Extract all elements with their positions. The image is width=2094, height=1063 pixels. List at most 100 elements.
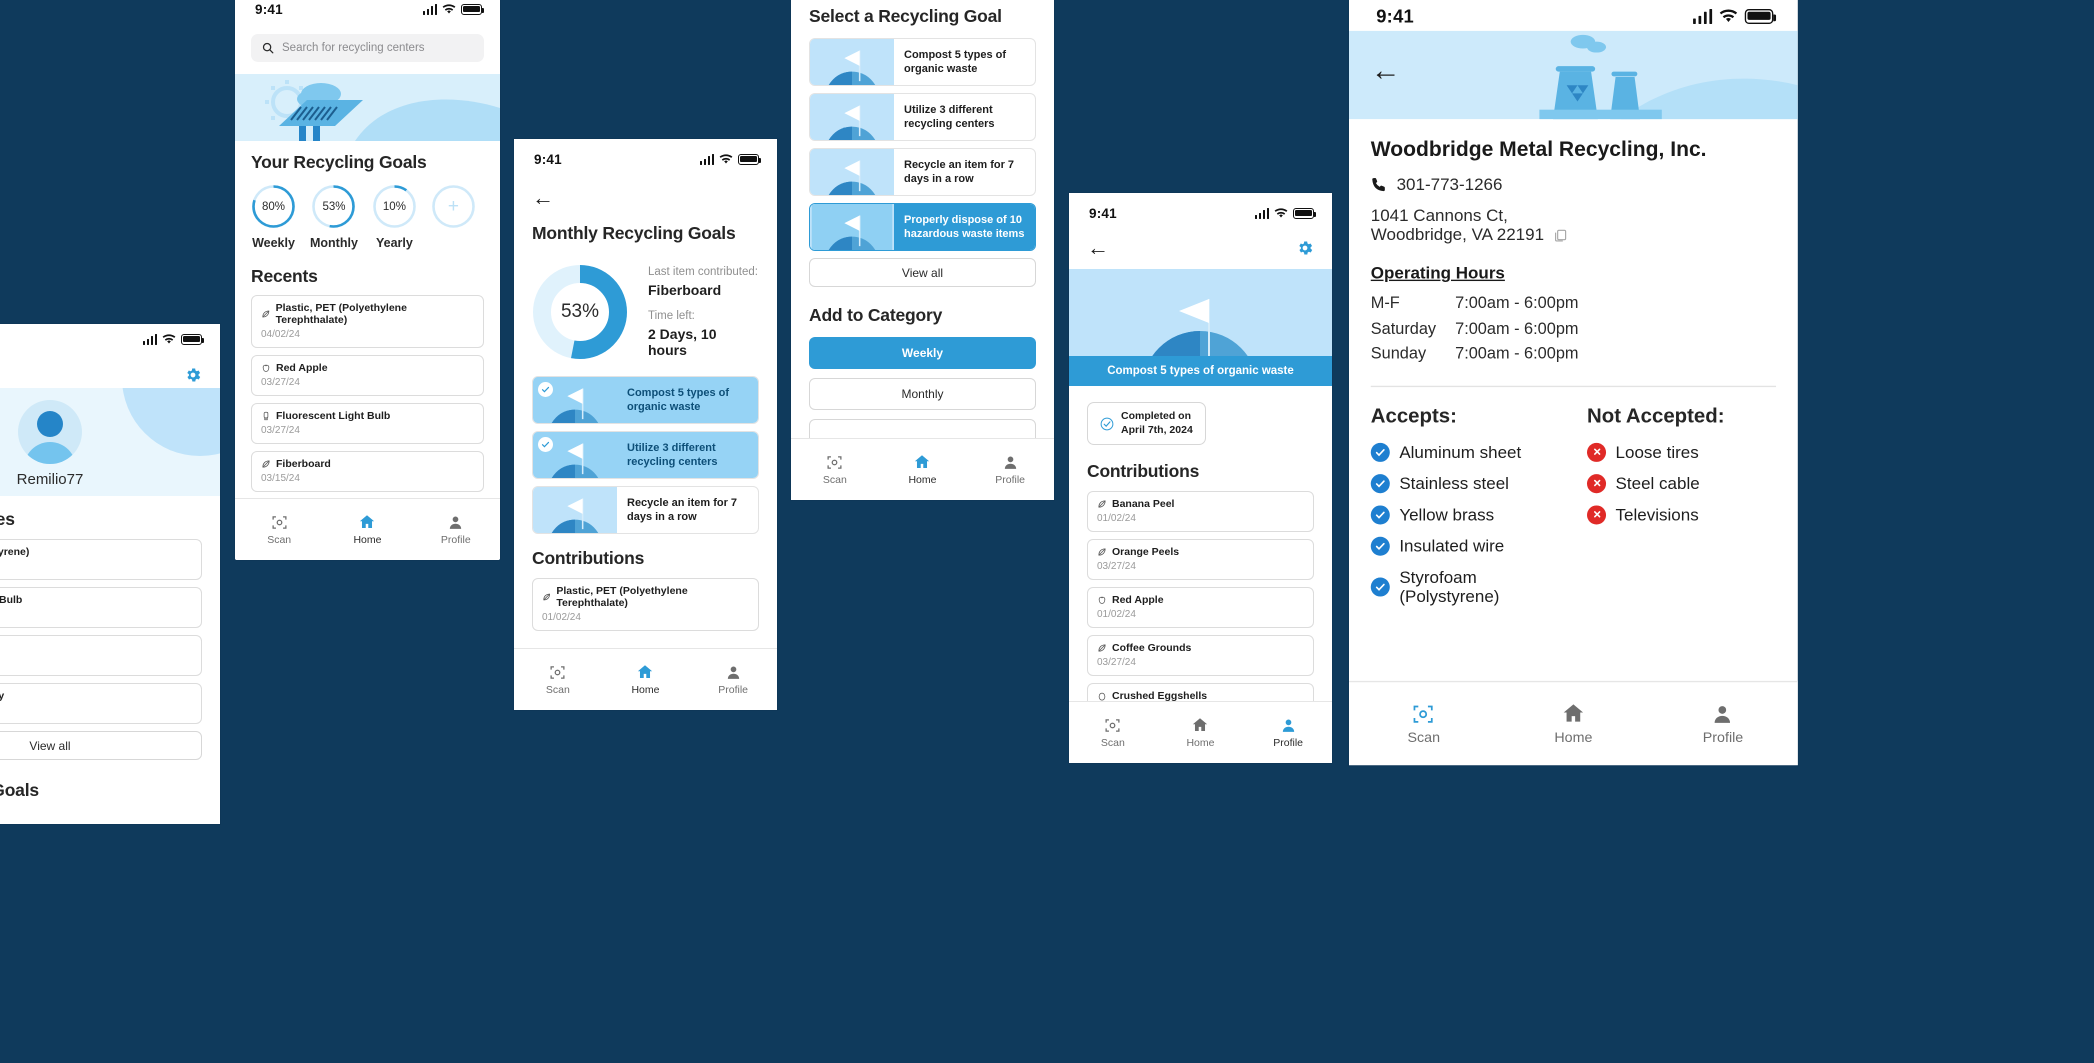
page-title: Select a Recycling Goal bbox=[809, 6, 1002, 26]
profile-icon bbox=[1715, 705, 1731, 723]
list-item[interactable]: Fluorescent Light Bulb 03/27/24 bbox=[0, 587, 202, 628]
back-button[interactable]: ← bbox=[1087, 237, 1109, 259]
item-name: Fluorescent Light Bulb bbox=[276, 410, 391, 422]
tab-profile[interactable]: Profile bbox=[1649, 702, 1797, 746]
list-item[interactable]: Styrofoam (Polystyrene) 04/02/24 bbox=[0, 539, 202, 580]
list-item[interactable]: Fiberboard 03/15/24 bbox=[251, 451, 484, 492]
tab-scan[interactable]: Scan bbox=[791, 454, 878, 486]
status-icons bbox=[1254, 207, 1317, 219]
list-item[interactable]: Orange Peels 03/27/24 bbox=[1087, 539, 1314, 581]
goal-list: Compost 5 types of organic waste Utilize… bbox=[809, 38, 1036, 251]
status-bar: 9:41 bbox=[1069, 193, 1332, 223]
tab-scan[interactable]: Scan bbox=[1069, 717, 1156, 749]
home-icon bbox=[1193, 718, 1208, 731]
signal-icon bbox=[142, 333, 157, 345]
goal-card[interactable]: Compost 5 types of organic waste bbox=[532, 376, 759, 424]
goal-card[interactable]: Utilize 3 different recycling centers bbox=[532, 431, 759, 479]
tab-bar: Scan Home Profile bbox=[1069, 701, 1332, 763]
tab-profile[interactable]: Profile bbox=[1245, 717, 1332, 749]
tab-profile[interactable]: Profile bbox=[690, 664, 777, 696]
tab-label: Profile bbox=[1273, 736, 1304, 749]
list-item[interactable]: Fluorescent Light Bulb 03/27/24 bbox=[251, 403, 484, 444]
list-item[interactable]: Lithium-ion Battery 03/27/24 bbox=[0, 683, 202, 724]
profile-username: Remilio77 bbox=[16, 471, 84, 488]
last-item-value: Fiberboard bbox=[648, 282, 722, 298]
wifi-icon bbox=[442, 3, 456, 14]
back-button[interactable]: ← bbox=[532, 187, 759, 209]
tab-home[interactable]: Home bbox=[1157, 716, 1244, 749]
search-input[interactable]: Search for recycling centers bbox=[251, 34, 484, 62]
goal-card[interactable]: Recycle an item for 7 days in a row bbox=[809, 148, 1036, 196]
list-item[interactable]: Plastic, PET (Polyethylene Terephthalate… bbox=[532, 578, 759, 631]
copy-icon[interactable] bbox=[1554, 227, 1569, 242]
list-item[interactable]: Fiberboard 03/02/24 bbox=[0, 635, 202, 676]
item-name: Banana Peel bbox=[1112, 498, 1175, 511]
recents-list: Plastic, PET (Polyethylene Terephthalate… bbox=[251, 295, 484, 528]
tab-profile[interactable]: Profile bbox=[412, 514, 499, 546]
view-all-button[interactable]: View all bbox=[0, 731, 202, 760]
item-date: 01/02/24 bbox=[1097, 513, 1136, 525]
center-phone[interactable]: 301-773-1266 bbox=[1397, 175, 1503, 194]
back-button[interactable]: ← bbox=[1371, 55, 1401, 85]
goal-rings: 80% Weekly 53% Monthly 10% Yearly + bbox=[251, 184, 484, 250]
tab-home[interactable]: Home bbox=[324, 513, 411, 546]
list-item[interactable]: Red Apple 01/02/24 bbox=[1087, 587, 1314, 629]
progress-ring: 10% bbox=[372, 184, 417, 229]
tab-bar: Scan Home Profile bbox=[514, 648, 777, 710]
list-item[interactable]: Banana Peel 01/02/24 bbox=[1087, 491, 1314, 533]
item-date: 03/27/24 bbox=[0, 609, 192, 620]
battery-icon bbox=[461, 3, 485, 15]
hours-time: 7:00am - 6:00pm bbox=[1455, 293, 1579, 313]
status-icons bbox=[699, 153, 762, 165]
ring-monthly[interactable]: 53% Monthly bbox=[310, 184, 358, 250]
list-item[interactable]: Coffee Grounds 03/27/24 bbox=[1087, 635, 1314, 677]
tab-label: Profile bbox=[440, 533, 471, 546]
goal-text: Utilize 3 different recycling centers bbox=[904, 103, 995, 130]
list-item[interactable]: Plastic, PET (Polyethylene Terephthalate… bbox=[251, 295, 484, 348]
tab-home[interactable]: Home bbox=[602, 663, 689, 696]
item-date: 03/02/24 bbox=[0, 657, 192, 668]
monthly-progress-donut: 53% bbox=[532, 264, 628, 360]
goal-card[interactable]: Utilize 3 different recycling centers bbox=[809, 93, 1036, 141]
tab-home[interactable]: Home bbox=[879, 453, 966, 486]
center-hero: ← bbox=[1349, 30, 1798, 120]
your-recycles-title: Your Recycles bbox=[0, 509, 15, 529]
not-accepts-item: Loose tires bbox=[1587, 442, 1776, 462]
item-name: Plastic, PET (Polyethylene Terephthalate… bbox=[556, 585, 688, 609]
completed-line-1: Completed on bbox=[1121, 410, 1191, 422]
tab-scan[interactable]: Scan bbox=[1350, 702, 1498, 745]
tab-label: Profile bbox=[1702, 729, 1744, 746]
item-date: 01/02/24 bbox=[542, 612, 581, 623]
home-icon bbox=[915, 455, 930, 468]
status-bar: 9:41 bbox=[235, 0, 500, 20]
category-monthly-button[interactable]: Monthly bbox=[809, 378, 1036, 410]
tab-home[interactable]: Home bbox=[1499, 701, 1647, 746]
accepts-item: Styrofoam (Polystyrene) bbox=[1370, 567, 1560, 606]
gear-icon[interactable] bbox=[1296, 239, 1314, 257]
list-item[interactable]: Red Apple 03/27/24 bbox=[251, 355, 484, 396]
tab-scan[interactable]: Scan bbox=[514, 664, 601, 696]
tab-profile[interactable]: Profile bbox=[967, 454, 1054, 486]
phone-home: 9:41 Search for recycling centers Your R… bbox=[235, 0, 500, 560]
goal-card[interactable]: Compost 5 types of organic waste bbox=[809, 38, 1036, 86]
view-all-button[interactable]: View all bbox=[809, 258, 1036, 287]
avatar bbox=[18, 400, 82, 464]
accepts-label: Styrofoam (Polystyrene) bbox=[1399, 567, 1500, 606]
gear-icon[interactable] bbox=[184, 366, 202, 384]
search-icon bbox=[262, 42, 274, 54]
ring-yearly[interactable]: 10% Yearly bbox=[372, 184, 417, 250]
tab-scan[interactable]: Scan bbox=[235, 514, 322, 546]
item-date: 03/27/24 bbox=[261, 425, 300, 436]
goal-card-selected[interactable]: Properly dispose of 10 hazardous waste i… bbox=[809, 203, 1036, 251]
item-date: 04/02/24 bbox=[261, 329, 300, 340]
category-weekly-button[interactable]: Weekly bbox=[809, 337, 1036, 369]
tab-label: Home bbox=[353, 534, 382, 546]
tab-label: Scan bbox=[822, 473, 847, 486]
goal-card[interactable]: Recycle an item for 7 days in a row bbox=[532, 486, 759, 534]
signal-icon bbox=[1692, 8, 1713, 24]
add-goal-button[interactable]: + bbox=[431, 184, 476, 229]
accepts-item: Yellow brass bbox=[1370, 505, 1560, 525]
not-accepts-label: Steel cable bbox=[1615, 473, 1700, 493]
ring-weekly[interactable]: 80% Weekly bbox=[251, 184, 296, 250]
recents-title: Recents bbox=[251, 266, 318, 286]
